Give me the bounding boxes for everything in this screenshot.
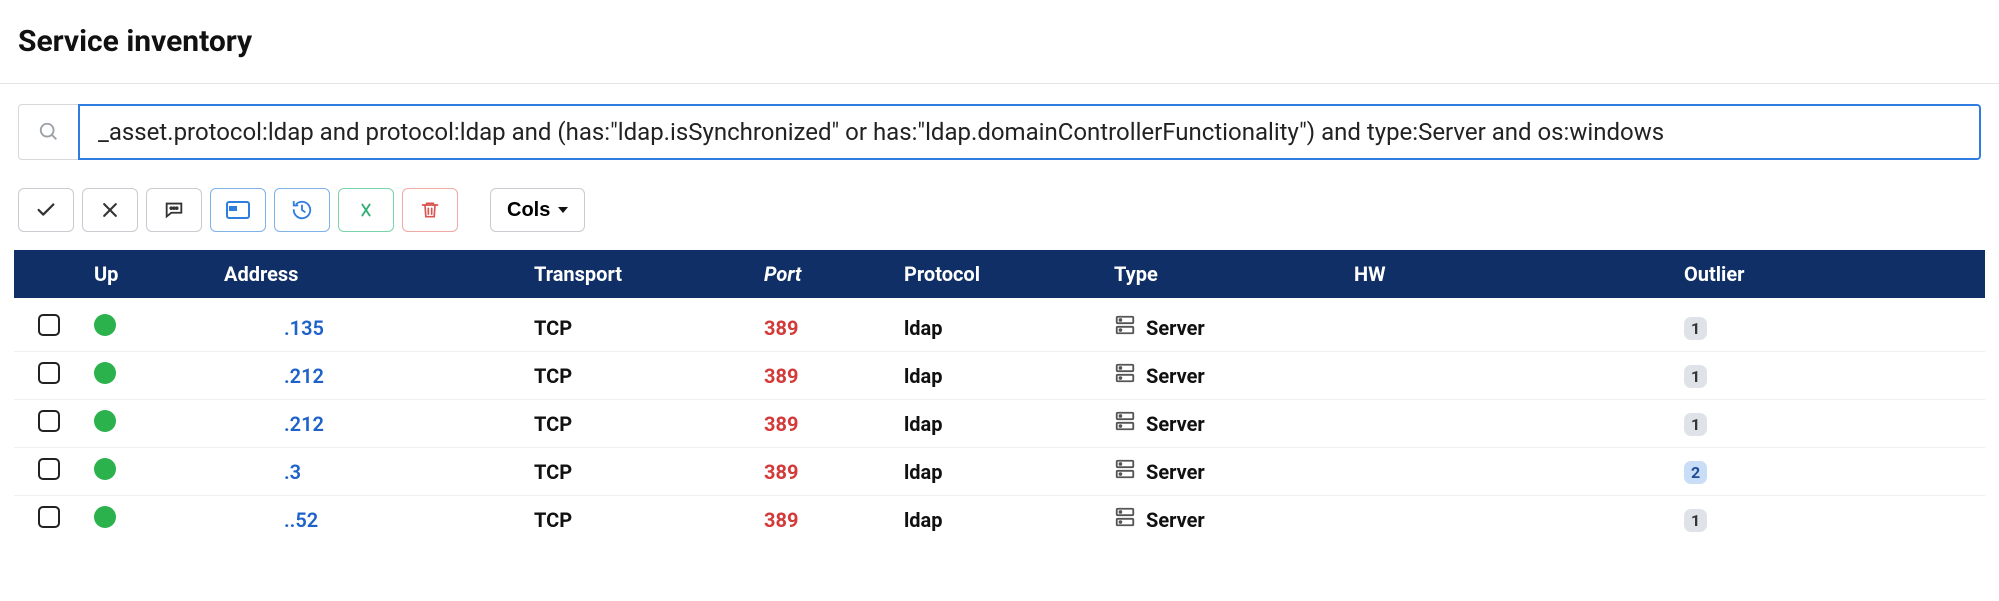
column-header-outlier[interactable]: Outlier — [1674, 250, 1985, 298]
outlier-badge: 1 — [1684, 317, 1707, 340]
outlier-badge: 1 — [1684, 365, 1707, 388]
toolbar: Cols — [0, 180, 1999, 250]
status-up-icon — [94, 410, 116, 432]
type-value: Server — [1114, 314, 1334, 341]
chevron-down-icon — [558, 207, 568, 213]
transport-value: TCP — [534, 460, 572, 484]
protocol-value: ldap — [904, 460, 943, 484]
row-checkbox[interactable] — [38, 506, 60, 528]
protocol-value: ldap — [904, 364, 943, 388]
port-value: 389 — [764, 508, 798, 532]
address-link[interactable]: ..52 — [224, 508, 318, 532]
page-title: Service inventory — [0, 0, 1999, 83]
table-row: ..52 TCP 389 ldap Server 1 — [14, 496, 1985, 544]
results-table: Up Address Transport Port Protocol Type … — [0, 250, 1999, 543]
transport-value: TCP — [534, 364, 572, 388]
column-header-address[interactable]: Address — [214, 250, 524, 298]
history-button[interactable] — [274, 188, 330, 232]
search-icon — [18, 104, 78, 160]
protocol-value: ldap — [904, 508, 943, 532]
address-link[interactable]: .3 — [224, 460, 301, 484]
server-icon — [1114, 410, 1136, 437]
column-header-type[interactable]: Type — [1104, 250, 1344, 298]
status-up-icon — [94, 314, 116, 336]
transport-value: TCP — [534, 412, 572, 436]
server-icon — [1114, 506, 1136, 533]
address-link[interactable]: .135 — [224, 316, 324, 340]
cancel-button[interactable] — [82, 188, 138, 232]
row-checkbox[interactable] — [38, 314, 60, 336]
status-up-icon — [94, 362, 116, 384]
column-header-port[interactable]: Port — [754, 250, 894, 298]
search-input[interactable] — [78, 104, 1981, 160]
status-up-icon — [94, 458, 116, 480]
port-value: 389 — [764, 364, 798, 388]
outlier-badge: 2 — [1684, 461, 1707, 484]
address-link[interactable]: .212 — [224, 364, 324, 388]
type-value: Server — [1114, 362, 1334, 389]
type-value: Server — [1114, 506, 1334, 533]
row-checkbox[interactable] — [38, 362, 60, 384]
search-bar — [0, 84, 1999, 180]
outlier-badge: 1 — [1684, 509, 1707, 532]
row-checkbox[interactable] — [38, 410, 60, 432]
transport-value: TCP — [534, 316, 572, 340]
row-checkbox[interactable] — [38, 458, 60, 480]
outlier-badge: 1 — [1684, 413, 1707, 436]
columns-button[interactable]: Cols — [490, 188, 585, 232]
table-row: .212 TCP 389 ldap Server 1 — [14, 400, 1985, 448]
card-button[interactable] — [210, 188, 266, 232]
protocol-value: ldap — [904, 316, 943, 340]
column-header-checkbox — [14, 250, 84, 298]
column-header-protocol[interactable]: Protocol — [894, 250, 1104, 298]
merge-button[interactable] — [338, 188, 394, 232]
column-header-hw[interactable]: HW — [1344, 250, 1674, 298]
server-icon — [1114, 314, 1136, 341]
port-value: 389 — [764, 316, 798, 340]
port-value: 389 — [764, 460, 798, 484]
protocol-value: ldap — [904, 412, 943, 436]
delete-button[interactable] — [402, 188, 458, 232]
server-icon — [1114, 362, 1136, 389]
address-link[interactable]: .212 — [224, 412, 324, 436]
confirm-button[interactable] — [18, 188, 74, 232]
table-header-row: Up Address Transport Port Protocol Type … — [14, 250, 1985, 298]
type-value: Server — [1114, 458, 1334, 485]
column-header-transport[interactable]: Transport — [524, 250, 754, 298]
table-row: .135 TCP 389 ldap Server 1 — [14, 298, 1985, 352]
status-up-icon — [94, 506, 116, 528]
columns-button-label: Cols — [507, 199, 550, 222]
port-value: 389 — [764, 412, 798, 436]
table-row: .212 TCP 389 ldap Server 1 — [14, 352, 1985, 400]
comment-button[interactable] — [146, 188, 202, 232]
table-row: .3 TCP 389 ldap Server 2 — [14, 448, 1985, 496]
column-header-up[interactable]: Up — [84, 250, 214, 298]
server-icon — [1114, 458, 1136, 485]
type-value: Server — [1114, 410, 1334, 437]
transport-value: TCP — [534, 508, 572, 532]
